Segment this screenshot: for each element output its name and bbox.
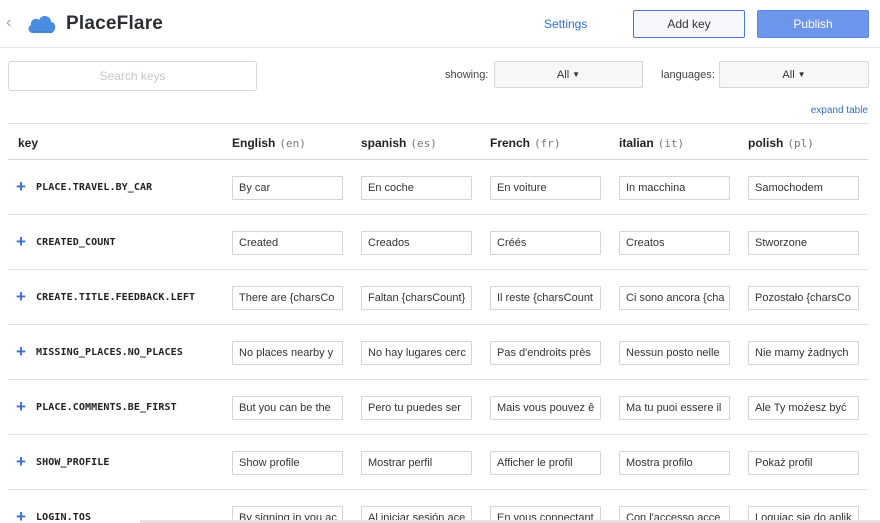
language-name: English: [232, 136, 276, 150]
expand-table-link[interactable]: expand table: [811, 105, 868, 116]
translation-key: PLACE.TRAVEL.BY_CAR: [36, 182, 153, 193]
translation-input-pl[interactable]: Ale Ty możesz być: [748, 396, 859, 420]
expand-row-plus-icon[interactable]: +: [16, 398, 26, 415]
column-header-en: English (en): [232, 136, 306, 150]
showing-select[interactable]: All ▼: [494, 61, 643, 88]
translation-input-fr[interactable]: Mais vous pouvez ê: [490, 396, 601, 420]
translation-key: LOGIN.TOS: [36, 512, 92, 523]
translation-input-it[interactable]: In macchina: [619, 176, 730, 200]
expand-row-plus-icon[interactable]: +: [16, 288, 26, 305]
column-header-es: spanish (es): [361, 136, 437, 150]
languages-select-value: All: [782, 68, 795, 81]
translation-input-fr[interactable]: Pas d'endroits près: [490, 341, 601, 365]
translation-input-it[interactable]: Mostra profilo: [619, 451, 730, 475]
translation-input-it[interactable]: Creatos: [619, 231, 730, 255]
showing-label: showing:: [445, 69, 489, 81]
translation-input-it[interactable]: Ci sono ancora {cha: [619, 286, 730, 310]
cloud-logo-icon: [28, 16, 56, 33]
table-row: + PLACE.COMMENTS.BE_FIRST But you can be…: [8, 380, 868, 435]
translation-input-es[interactable]: Faltan {charsCount}: [361, 286, 472, 310]
translation-input-it[interactable]: Nessun posto nelle: [619, 341, 730, 365]
translation-key: CREATE.TITLE.FEEDBACK.LEFT: [36, 292, 196, 303]
showing-select-value: All: [556, 68, 570, 81]
translation-input-pl[interactable]: Samochodem: [748, 176, 859, 200]
translation-input-es[interactable]: No hay lugares cerc: [361, 341, 472, 365]
translation-input-en[interactable]: There are {charsCo: [232, 286, 343, 310]
column-header-fr: French (fr): [490, 136, 561, 150]
expand-row-plus-icon[interactable]: +: [16, 508, 26, 523]
table-row: + PLACE.TRAVEL.BY_CAR By car En coche En…: [8, 160, 868, 215]
translation-input-fr[interactable]: Afficher le profil: [490, 451, 601, 475]
languages-label: languages:: [661, 69, 715, 81]
translation-input-en[interactable]: No places nearby y: [232, 341, 343, 365]
expand-row-plus-icon[interactable]: +: [16, 178, 26, 195]
search-keys-input[interactable]: [8, 61, 257, 91]
translation-input-es[interactable]: Creados: [361, 231, 472, 255]
language-code: (it): [657, 137, 685, 150]
translation-input-en[interactable]: Show profile: [232, 451, 343, 475]
settings-link[interactable]: Settings: [544, 17, 587, 31]
translation-key: CREATED_COUNT: [36, 237, 116, 248]
app-header: ‹ PlaceFlare Settings Add key Publish: [0, 0, 880, 48]
translation-input-fr[interactable]: En voiture: [490, 176, 601, 200]
translation-input-es[interactable]: Pero tu puedes ser: [361, 396, 472, 420]
table-header: key English (en) spanish (es) French (fr) i…: [8, 123, 868, 160]
translation-input-it[interactable]: Ma tu puoi essere il: [619, 396, 730, 420]
language-code: (en): [279, 137, 306, 150]
languages-select[interactable]: All ▼: [719, 61, 869, 88]
column-header-pl: polish (pl): [748, 136, 814, 150]
expand-row-plus-icon[interactable]: +: [16, 343, 26, 360]
table-row: + CREATED_COUNT Created Creados Créés Cr…: [8, 215, 868, 270]
publish-button[interactable]: Publish: [757, 10, 869, 38]
column-header-it: italian (it): [619, 136, 684, 150]
app-title: PlaceFlare: [66, 13, 164, 34]
language-name: polish: [748, 136, 784, 150]
column-header-key: key: [18, 136, 39, 150]
table-row: + MISSING_PLACES.NO_PLACES No places nea…: [8, 325, 868, 380]
translation-input-pl[interactable]: Pozostało {charsCo: [748, 286, 859, 310]
language-code: (pl): [787, 137, 814, 150]
caret-down-icon: ▼: [797, 70, 806, 79]
expand-row-plus-icon[interactable]: +: [16, 453, 26, 470]
language-code: (es): [410, 137, 437, 150]
add-key-button[interactable]: Add key: [633, 10, 745, 38]
table-row: + CREATE.TITLE.FEEDBACK.LEFT There are {…: [8, 270, 868, 325]
translation-input-pl[interactable]: Stworzone: [748, 231, 859, 255]
translation-input-pl[interactable]: Nie mamy żadnych: [748, 341, 859, 365]
language-name: italian: [619, 136, 654, 150]
caret-down-icon: ▼: [572, 70, 581, 79]
translation-input-es[interactable]: Mostrar perfil: [361, 451, 472, 475]
language-name: spanish: [361, 136, 407, 150]
table-row: + LOGIN.TOS By signing in you ac Al inic…: [8, 490, 868, 523]
translation-key: MISSING_PLACES.NO_PLACES: [36, 347, 183, 358]
translation-input-en[interactable]: Created: [232, 231, 343, 255]
table-row: + SHOW_PROFILE Show profile Mostrar perf…: [8, 435, 868, 490]
translation-input-es[interactable]: En coche: [361, 176, 472, 200]
translation-input-en[interactable]: By car: [232, 176, 343, 200]
translation-input-fr[interactable]: Il reste {charsCount: [490, 286, 601, 310]
translation-key: SHOW_PROFILE: [36, 457, 110, 468]
translation-input-fr[interactable]: Créés: [490, 231, 601, 255]
translation-input-en[interactable]: But you can be the: [232, 396, 343, 420]
translation-key: PLACE.COMMENTS.BE_FIRST: [36, 402, 177, 413]
expand-row-plus-icon[interactable]: +: [16, 233, 26, 250]
back-chevron-icon[interactable]: ‹: [6, 14, 11, 32]
language-name: French: [490, 136, 531, 150]
translation-input-pl[interactable]: Pokaż profil: [748, 451, 859, 475]
language-code: (fr): [534, 137, 561, 150]
